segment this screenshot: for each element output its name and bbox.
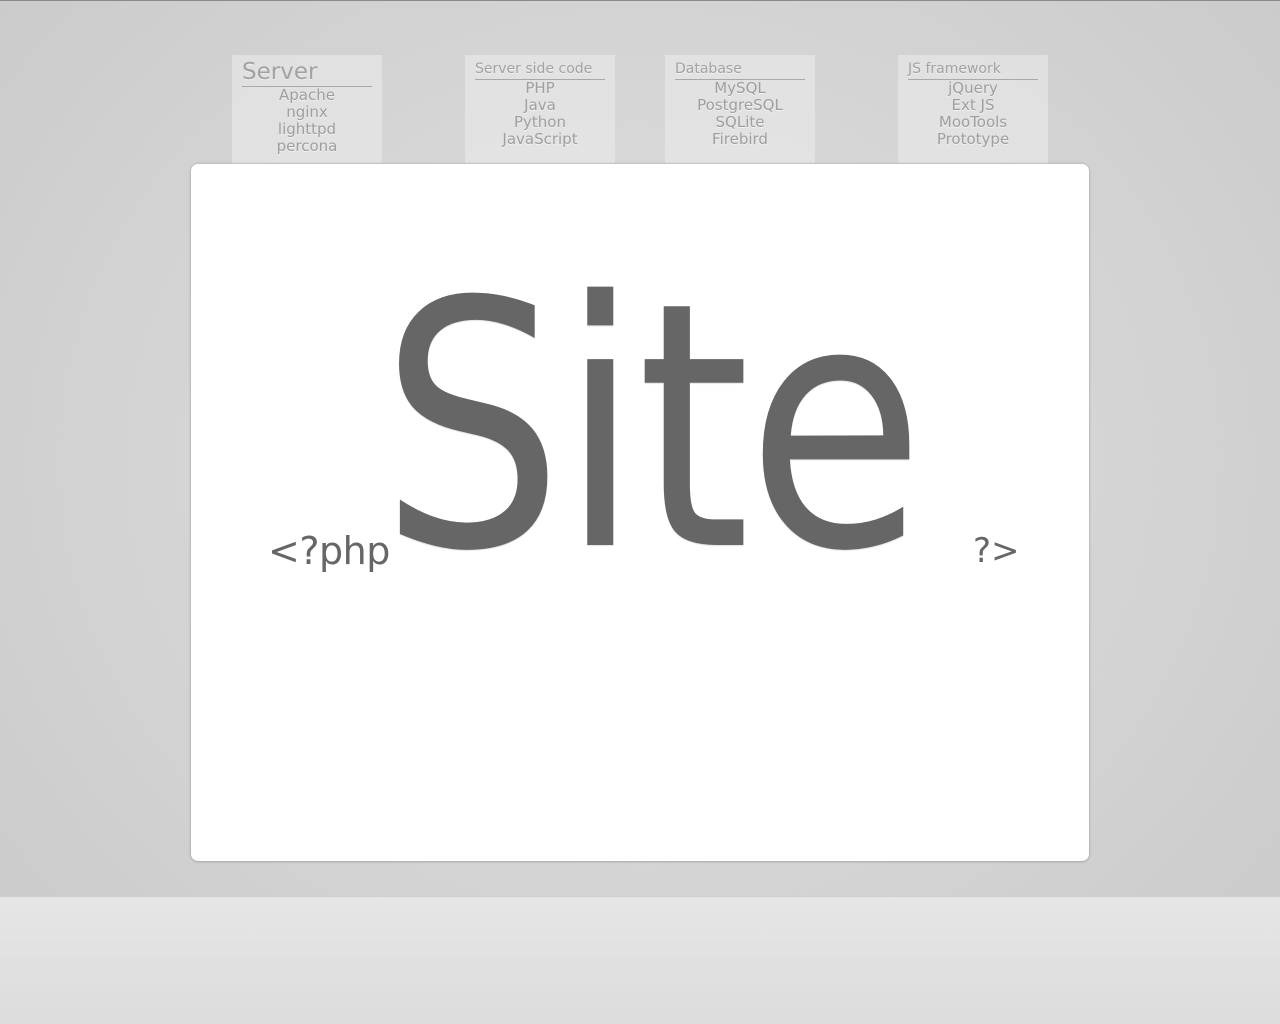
tab-title: Database	[675, 59, 805, 80]
tab-title: JS framework	[908, 59, 1038, 80]
top-border	[0, 0, 1280, 1]
list-item[interactable]: SQLite	[675, 114, 805, 131]
floor	[0, 896, 1280, 1024]
site-title: Site	[380, 230, 925, 626]
list-item[interactable]: Java	[475, 97, 605, 114]
list-item[interactable]: jQuery	[908, 80, 1038, 97]
list-item[interactable]: PostgreSQL	[675, 97, 805, 114]
tab-database[interactable]: Database MySQL PostgreSQL SQLite Firebir…	[665, 55, 815, 163]
list-item[interactable]: Ext JS	[908, 97, 1038, 114]
tab-list: jQuery Ext JS MooTools Prototype	[908, 80, 1038, 148]
php-open-tag: <?php	[268, 529, 390, 573]
tab-list: PHP Java Python JavaScript	[475, 80, 605, 148]
list-item[interactable]: Firebird	[675, 131, 805, 148]
list-item[interactable]: nginx	[242, 104, 372, 121]
tab-server[interactable]: Server Apache nginx lighttpd percona	[232, 55, 382, 163]
list-item[interactable]: MySQL	[675, 80, 805, 97]
list-item[interactable]: JavaScript	[475, 131, 605, 148]
list-item[interactable]: Apache	[242, 87, 372, 104]
list-item[interactable]: MooTools	[908, 114, 1038, 131]
tab-list: MySQL PostgreSQL SQLite Firebird	[675, 80, 805, 148]
tab-server-side-code[interactable]: Server side code PHP Java Python JavaScr…	[465, 55, 615, 163]
list-item[interactable]: percona	[242, 138, 372, 155]
tab-js-framework[interactable]: JS framework jQuery Ext JS MooTools Prot…	[898, 55, 1048, 163]
tab-title: Server side code	[475, 59, 605, 80]
php-close-tag: ?>	[973, 531, 1020, 571]
list-item[interactable]: lighttpd	[242, 121, 372, 138]
tab-title: Server	[242, 59, 372, 87]
list-item[interactable]: Prototype	[908, 131, 1038, 148]
list-item[interactable]: PHP	[475, 80, 605, 97]
tab-list: Apache nginx lighttpd percona	[242, 87, 372, 155]
list-item[interactable]: Python	[475, 114, 605, 131]
